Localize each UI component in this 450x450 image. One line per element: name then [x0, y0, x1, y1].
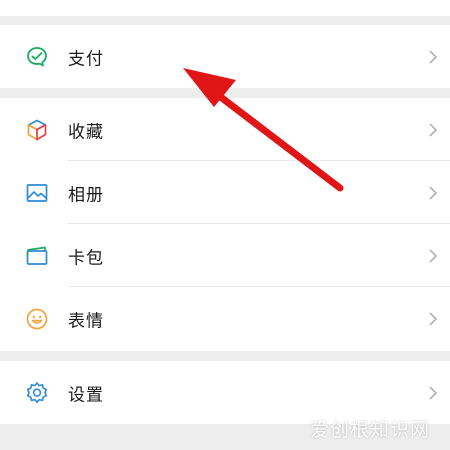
menu-item-album[interactable]: 相册: [0, 161, 450, 224]
chevron-right-icon: [429, 122, 438, 137]
main-group: 收藏 相册 卡包 表情: [0, 98, 450, 351]
menu-item-collect[interactable]: 收藏: [0, 98, 450, 161]
cube-icon: [25, 118, 49, 142]
image-icon: [25, 181, 49, 205]
pay-group: 支付: [0, 25, 450, 88]
chevron-right-icon: [429, 185, 438, 200]
menu-label-settings: 设置: [68, 385, 104, 405]
menu-label-card: 卡包: [68, 248, 104, 268]
menu-label-sticker: 表情: [68, 311, 104, 331]
smiley-icon: [25, 307, 49, 331]
chevron-right-icon: [429, 385, 438, 400]
wallet-icon: [25, 244, 49, 268]
menu-label-album: 相册: [68, 185, 104, 205]
watermark: 爱创根知识网: [309, 419, 430, 441]
menu-label-collect: 收藏: [68, 122, 104, 142]
menu-item-card[interactable]: 卡包: [0, 224, 450, 287]
top-card-remnant: [0, 0, 450, 16]
gear-icon: [25, 381, 49, 405]
chevron-right-icon: [429, 49, 438, 64]
wechat-pay-icon: [25, 45, 49, 69]
menu-item-sticker[interactable]: 表情: [0, 287, 450, 350]
chevron-right-icon: [429, 248, 438, 263]
menu-item-pay[interactable]: 支付: [0, 25, 450, 88]
chevron-right-icon: [429, 311, 438, 326]
menu-label-pay: 支付: [68, 49, 104, 69]
